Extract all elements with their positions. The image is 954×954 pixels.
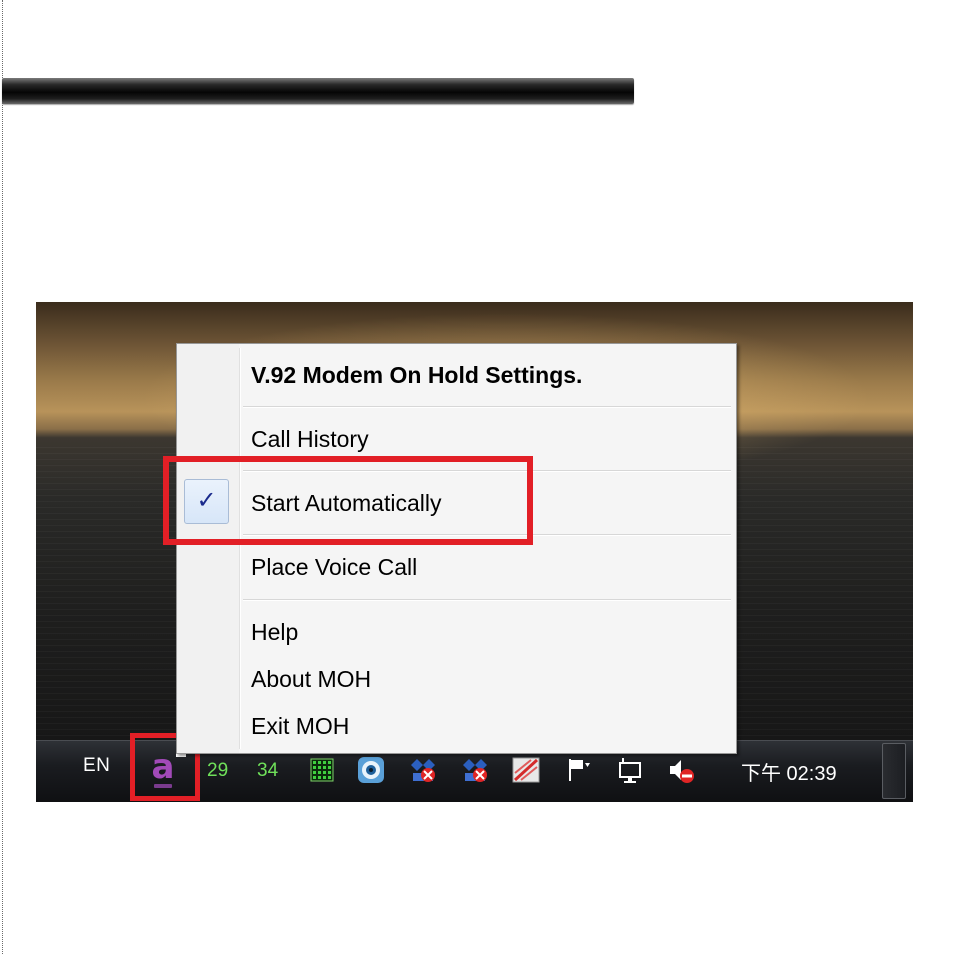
media-player-icon[interactable]: [356, 755, 386, 785]
page-margin-rule: [2, 0, 3, 954]
menu-item-moh-settings[interactable]: V.92 Modem On Hold Settings.: [251, 362, 582, 389]
network-disconnected-icon[interactable]: [408, 755, 438, 785]
screenshot: EN a 29 34 下午 02:39 V.92 Modem On Hold S…: [36, 302, 913, 802]
menu-gutter-divider: [239, 348, 241, 749]
tray-counter[interactable]: 34: [257, 760, 278, 782]
menu-item-help[interactable]: Help: [251, 619, 298, 646]
action-center-flag-icon[interactable]: [564, 755, 594, 785]
modem-icon[interactable]: [511, 755, 541, 785]
header-bar: [2, 78, 634, 104]
menu-icon-gutter: [177, 344, 239, 753]
network-disconnected-icon[interactable]: [460, 755, 490, 785]
page: EN a 29 34 下午 02:39 V.92 Modem On Hold S…: [0, 0, 954, 954]
menu-separator: [243, 406, 731, 408]
network-monitor-icon[interactable]: [616, 755, 646, 785]
menu-item-call-history[interactable]: Call History: [251, 426, 369, 453]
tray-context-menu: V.92 Modem On Hold Settings. Call Histor…: [176, 343, 737, 754]
show-desktop-button[interactable]: [882, 743, 906, 799]
system-clock[interactable]: 下午 02:39: [741, 757, 837, 786]
highlight-start-automatically: [163, 456, 533, 545]
speaker-muted-icon[interactable]: [666, 755, 696, 785]
cpu-meter-icon[interactable]: [307, 755, 337, 785]
language-indicator[interactable]: EN: [83, 755, 110, 777]
tray-counter[interactable]: 29: [207, 760, 228, 782]
menu-item-exit-moh[interactable]: Exit MOH: [251, 713, 349, 740]
menu-separator: [243, 599, 731, 601]
menu-item-place-voice-call[interactable]: Place Voice Call: [251, 554, 417, 581]
menu-item-about-moh[interactable]: About MOH: [251, 666, 371, 693]
